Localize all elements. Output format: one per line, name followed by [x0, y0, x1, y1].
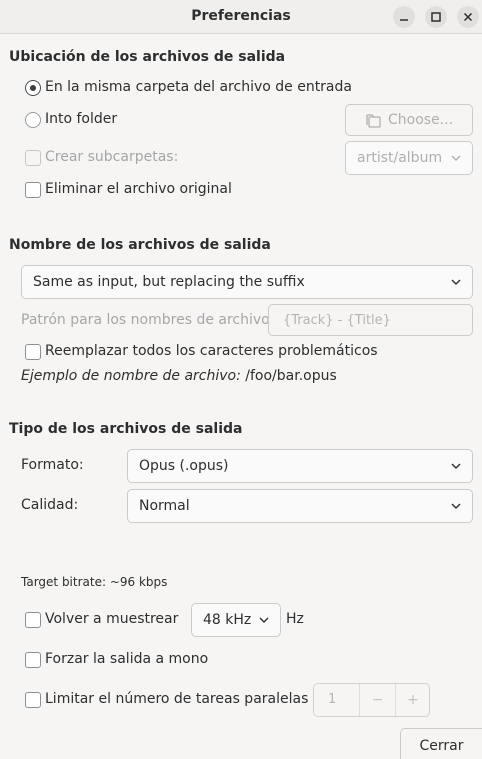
- subfolders-value: artist/album: [357, 150, 443, 166]
- folder-icon: [366, 114, 381, 128]
- naming-mode-value: Same as input, but replacing the suffix: [33, 274, 305, 290]
- naming-mode-combo[interactable]: Same as input, but replacing the suffix: [21, 265, 473, 299]
- maximize-icon: [431, 12, 441, 22]
- quality-combo[interactable]: Normal: [127, 489, 473, 523]
- choose-button-label: Choose...: [388, 112, 454, 128]
- decrement-button[interactable]: −: [360, 684, 395, 716]
- format-combo[interactable]: Opus (.opus): [127, 449, 473, 483]
- chevron-down-icon: [451, 503, 461, 509]
- mono-checkbox[interactable]: [25, 652, 41, 668]
- example-row: Ejemplo de nombre de archivo: /foo/bar.o…: [21, 368, 337, 384]
- increment-button[interactable]: +: [396, 684, 430, 716]
- chevron-down-icon: [259, 617, 269, 623]
- example-label: Ejemplo de nombre de archivo:: [21, 368, 241, 384]
- resample-checkbox[interactable]: [25, 612, 41, 628]
- close-icon: [463, 12, 473, 22]
- same-folder-radio[interactable]: [25, 80, 41, 96]
- limit-jobs-label[interactable]: Limitar el número de tareas paralelas: [45, 691, 308, 707]
- subfolders-checkbox[interactable]: [25, 150, 41, 166]
- replace-chars-checkbox[interactable]: [25, 344, 41, 360]
- limit-jobs-checkbox[interactable]: [25, 692, 41, 708]
- same-folder-label[interactable]: En la misma carpeta del archivo de entra…: [45, 79, 352, 95]
- output-type-heading: Tipo de los archivos de salida: [9, 421, 243, 437]
- jobs-value: 1: [328, 692, 337, 707]
- mono-label[interactable]: Forzar la salida a mono: [45, 651, 208, 667]
- pattern-label: Patrón para los nombres de archivo:: [21, 312, 275, 328]
- chevron-down-icon: [451, 279, 461, 285]
- format-label: Formato:: [21, 457, 84, 473]
- replace-chars-label[interactable]: Reemplazar todos los caracteres problemá…: [45, 343, 378, 359]
- subfolders-label: Crear subcarpetas:: [45, 149, 179, 165]
- chevron-down-icon: [451, 463, 461, 469]
- chevron-down-icon: [451, 155, 461, 161]
- quality-label: Calidad:: [21, 497, 79, 513]
- quality-value: Normal: [139, 498, 190, 514]
- into-folder-label[interactable]: Into folder: [45, 111, 117, 127]
- example-value: /foo/bar.opus: [245, 368, 337, 384]
- delete-original-label[interactable]: Eliminar el archivo original: [45, 181, 232, 197]
- bitrate-text: Target bitrate: ~96 kbps: [21, 575, 168, 589]
- jobs-spinbutton[interactable]: 1 − +: [313, 683, 430, 717]
- close-button-label: Cerrar: [419, 737, 464, 754]
- resample-rate-combo[interactable]: 48 kHz: [191, 603, 281, 637]
- output-location-heading: Ubicación de los archivos de salida: [9, 49, 286, 65]
- maximize-button[interactable]: [425, 6, 447, 28]
- resample-label[interactable]: Volver a muestrear: [45, 611, 178, 627]
- into-folder-radio[interactable]: [25, 112, 41, 128]
- output-names-heading: Nombre de los archivos de salida: [9, 237, 271, 253]
- minimize-icon: [400, 19, 408, 21]
- resample-rate-value: 48 kHz: [203, 612, 252, 628]
- delete-original-checkbox[interactable]: [25, 182, 41, 198]
- minimize-button[interactable]: [393, 6, 415, 28]
- resample-unit: Hz: [286, 611, 304, 627]
- choose-folder-button[interactable]: Choose...: [345, 104, 473, 136]
- close-button[interactable]: Cerrar: [400, 728, 482, 759]
- title-bar: Preferencias: [0, 0, 482, 34]
- pattern-input[interactable]: {Track} - {Title}: [268, 304, 473, 336]
- format-value: Opus (.opus): [139, 458, 229, 474]
- close-window-button[interactable]: [457, 6, 479, 28]
- subfolders-combo[interactable]: artist/album: [345, 141, 473, 175]
